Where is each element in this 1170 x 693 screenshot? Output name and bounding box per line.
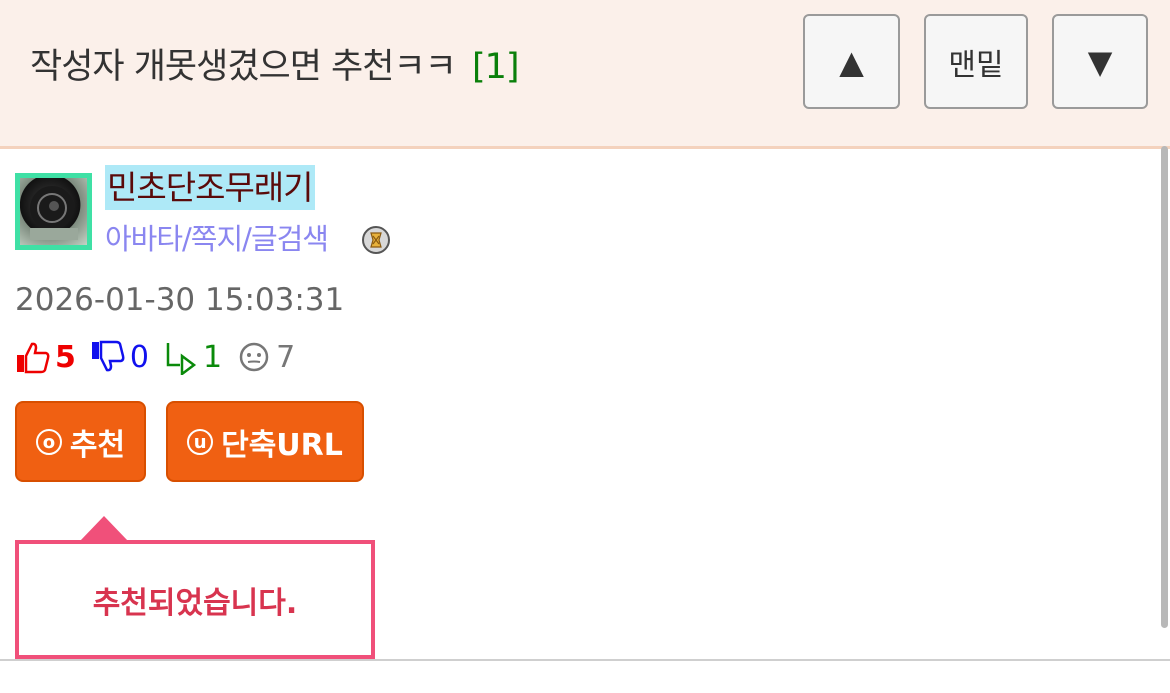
reply-arrow-icon [166, 343, 197, 375]
recommend-circle-icon: o [35, 428, 62, 455]
post-stats: 5 0 1 7 [15, 337, 309, 377]
recommend-button[interactable]: o 추천 [15, 401, 146, 482]
scroll-down-button[interactable]: ▼ [1052, 14, 1148, 109]
thumbs-up-icon [17, 342, 50, 374]
badge-graphic [370, 232, 382, 248]
views-face-icon [239, 342, 269, 372]
avatar[interactable] [15, 173, 92, 250]
tooltip-arrow [80, 516, 128, 541]
post-header: 작성자 개못생겼으면 추천ㅋㅋ [1] ▲ 맨밑 ▼ [0, 0, 1170, 149]
short-url-label: 단축URL [221, 427, 343, 463]
recommend-label: 추천 [69, 427, 126, 463]
comment-count[interactable]: [1] [472, 47, 520, 87]
divider [0, 659, 1170, 661]
author-links[interactable]: 아바타/쪽지/글검색 [105, 216, 329, 258]
thumbs-down-icon [91, 340, 125, 372]
author-nickname[interactable]: 민초단조무래기 [105, 165, 315, 210]
level-badge-icon [362, 226, 390, 254]
post-title: 작성자 개못생겼으면 추천ㅋㅋ [1] [30, 38, 520, 89]
tooltip-message: 추천되었습니다. [92, 585, 298, 621]
post-title-text: 작성자 개못생겼으면 추천ㅋㅋ [30, 47, 457, 87]
like-count: 5 [55, 339, 76, 375]
scroll-up-button[interactable]: ▲ [803, 14, 900, 109]
avatar-image [20, 178, 87, 245]
short-url-button[interactable]: u 단축URL [166, 401, 364, 482]
reply-count: 1 [202, 339, 223, 375]
short-url-circle-icon: u [187, 428, 214, 455]
post-date: 2026-01-30 15:03:31 [15, 282, 345, 318]
view-count: 7 [276, 339, 296, 375]
recommend-tooltip: 추천되었습니다. [15, 540, 375, 659]
dislike-count: 0 [129, 339, 149, 375]
scroll-bottom-button[interactable]: 맨밑 [924, 14, 1028, 109]
avatar-graphic [29, 185, 78, 240]
scrollbar-thumb[interactable] [1161, 146, 1168, 628]
